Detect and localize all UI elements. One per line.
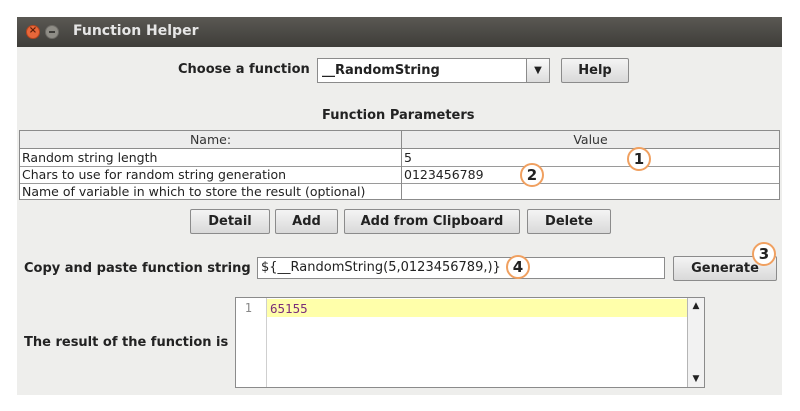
- table-header: Name: Value: [20, 131, 779, 149]
- result-text-area[interactable]: 1 65155 ▲ ▼: [235, 297, 705, 388]
- table-row[interactable]: Name of variable in which to store the r…: [20, 183, 779, 200]
- annotation-badge-3: 3: [752, 242, 776, 266]
- function-helper-window: × Function Helper Choose a function __Ra…: [17, 17, 782, 395]
- annotation-badge-4: 4: [506, 255, 530, 279]
- function-string-input[interactable]: ${__RandomString(5,0123456789,)}: [257, 257, 665, 279]
- function-parameters-heading: Function Parameters: [322, 108, 475, 123]
- annotation-badge-2: 2: [520, 163, 544, 187]
- close-icon: ×: [28, 25, 38, 36]
- minimize-window-button[interactable]: [45, 25, 59, 39]
- column-divider: [401, 131, 402, 199]
- choose-function-label: Choose a function: [178, 62, 310, 77]
- param-value-cell[interactable]: 0123456789: [404, 166, 484, 183]
- chevron-down-icon[interactable]: ▼: [526, 59, 549, 82]
- parameters-table: Name: Value Random string length 5 Chars…: [19, 130, 780, 200]
- param-name-cell[interactable]: Random string length: [22, 149, 157, 166]
- function-select-value: __RandomString: [322, 63, 440, 78]
- help-button[interactable]: Help: [561, 58, 629, 83]
- line-number-gutter: 1: [236, 298, 267, 387]
- close-window-button[interactable]: ×: [26, 25, 40, 39]
- scroll-down-icon[interactable]: ▼: [688, 371, 704, 387]
- delete-button[interactable]: Delete: [527, 209, 611, 234]
- result-label: The result of the function is: [24, 335, 229, 350]
- table-row[interactable]: Chars to use for random string generatio…: [20, 166, 779, 184]
- param-name-cell[interactable]: Name of variable in which to store the r…: [22, 183, 365, 200]
- vertical-scrollbar[interactable]: ▲ ▼: [687, 298, 704, 387]
- function-string-label: Copy and paste function string: [24, 261, 251, 276]
- function-select[interactable]: __RandomString ▼: [317, 58, 550, 83]
- param-value-cell[interactable]: 5: [404, 149, 412, 166]
- window-title: Function Helper: [73, 23, 199, 39]
- column-header-value[interactable]: Value: [402, 131, 779, 148]
- add-from-clipboard-button[interactable]: Add from Clipboard: [344, 209, 520, 234]
- scroll-up-icon[interactable]: ▲: [688, 298, 704, 314]
- result-value[interactable]: 65155: [270, 301, 308, 316]
- minimize-icon: [49, 31, 55, 33]
- add-button[interactable]: Add: [275, 209, 338, 234]
- title-bar: × Function Helper: [17, 17, 782, 47]
- annotation-badge-1: 1: [627, 147, 651, 171]
- column-header-name[interactable]: Name:: [20, 131, 401, 148]
- table-row[interactable]: Random string length 5: [20, 149, 779, 167]
- param-name-cell[interactable]: Chars to use for random string generatio…: [22, 166, 286, 183]
- detail-button[interactable]: Detail: [190, 209, 270, 234]
- current-line-highlight: [267, 299, 687, 317]
- line-number: 1: [244, 301, 252, 315]
